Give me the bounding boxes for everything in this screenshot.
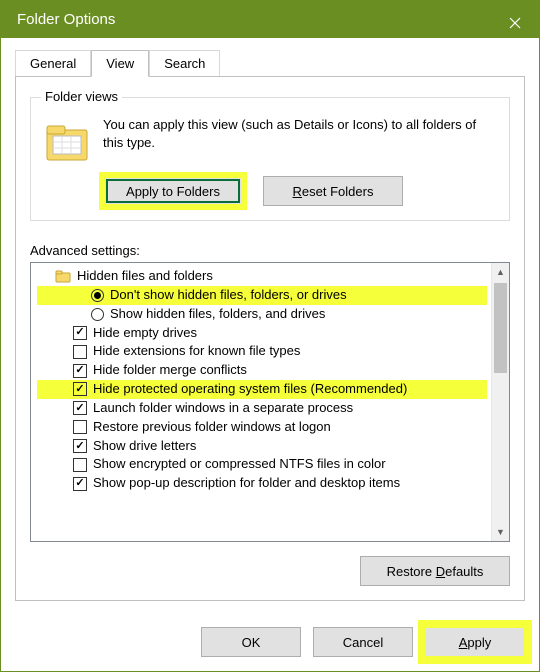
advanced-settings-box: Hidden files and foldersDon't show hidde…	[30, 262, 510, 542]
folder-icon	[43, 118, 91, 166]
adv-item[interactable]: Show drive letters	[37, 437, 487, 456]
adv-item-label: Hidden files and folders	[77, 267, 213, 286]
apply-button[interactable]: Apply	[425, 627, 525, 657]
tab-search[interactable]: Search	[149, 50, 220, 76]
adv-item[interactable]: Launch folder windows in a separate proc…	[37, 399, 487, 418]
restore-defaults-button[interactable]: Restore Defaults	[360, 556, 510, 586]
restore-defaults-row: Restore Defaults	[30, 556, 510, 586]
adv-item-label: Show pop-up description for folder and d…	[93, 474, 400, 493]
adv-item[interactable]: Show pop-up description for folder and d…	[37, 474, 487, 493]
folder-icon	[55, 268, 71, 284]
tab-view[interactable]: View	[91, 50, 149, 77]
adv-item-label: Hide extensions for known file types	[93, 342, 300, 361]
scrollbar[interactable]: ▲ ▼	[491, 263, 509, 541]
folder-views-group: Folder views You can apply this view (su…	[30, 97, 510, 221]
checkbox-icon[interactable]	[73, 401, 87, 415]
titlebar: Folder Options	[1, 1, 539, 38]
apply-button-label: Apply	[459, 635, 492, 650]
adv-item[interactable]: Hide extensions for known file types	[37, 342, 487, 361]
adv-item[interactable]: Hidden files and folders	[37, 267, 487, 286]
radio-icon[interactable]	[91, 289, 104, 302]
restore-defaults-label: Restore Defaults	[387, 564, 484, 579]
scroll-down-arrow-icon[interactable]: ▼	[492, 523, 509, 541]
adv-item-label: Don't show hidden files, folders, or dri…	[110, 286, 347, 305]
tab-general[interactable]: General	[15, 50, 91, 76]
adv-item[interactable]: Hide protected operating system files (R…	[37, 380, 487, 399]
folder-options-window: Folder Options General View Search Folde…	[0, 0, 540, 672]
folder-views-label: Folder views	[41, 89, 122, 104]
window-title: Folder Options	[17, 11, 115, 28]
close-button[interactable]	[491, 1, 539, 45]
folder-views-description: You can apply this view (such as Details…	[103, 116, 497, 151]
reset-folders-label: Reset Folders	[293, 184, 374, 199]
adv-item[interactable]: Don't show hidden files, folders, or dri…	[37, 286, 487, 305]
cancel-button[interactable]: Cancel	[313, 627, 413, 657]
checkbox-icon[interactable]	[73, 458, 87, 472]
adv-item-label: Restore previous folder windows at logon	[93, 418, 331, 437]
adv-item-label: Show encrypted or compressed NTFS files …	[93, 455, 386, 474]
client-area: General View Search Folder views	[1, 38, 539, 615]
folder-views-row: You can apply this view (such as Details…	[43, 116, 497, 166]
reset-folders-button[interactable]: Reset Folders	[263, 176, 403, 206]
checkbox-icon[interactable]	[73, 345, 87, 359]
scroll-up-arrow-icon[interactable]: ▲	[492, 263, 509, 281]
dialog-buttons: OK Cancel Apply	[1, 615, 539, 671]
adv-item-label: Show drive letters	[93, 437, 196, 456]
checkbox-icon[interactable]	[73, 382, 87, 396]
checkbox-icon[interactable]	[73, 477, 87, 491]
adv-item-label: Hide protected operating system files (R…	[93, 380, 407, 399]
checkbox-icon[interactable]	[73, 439, 87, 453]
adv-item-label: Hide empty drives	[93, 324, 197, 343]
folder-views-buttons: Apply to Folders Reset Folders	[103, 176, 497, 206]
checkbox-icon[interactable]	[73, 364, 87, 378]
adv-item-label: Launch folder windows in a separate proc…	[93, 399, 353, 418]
radio-icon[interactable]	[91, 308, 104, 321]
checkbox-icon[interactable]	[73, 420, 87, 434]
scroll-thumb[interactable]	[494, 283, 507, 373]
advanced-settings-label: Advanced settings:	[30, 243, 510, 258]
adv-item[interactable]: Show hidden files, folders, and drives	[37, 305, 487, 324]
ok-button[interactable]: OK	[201, 627, 301, 657]
adv-item-label: Hide folder merge conflicts	[93, 361, 247, 380]
adv-item[interactable]: Restore previous folder windows at logon	[37, 418, 487, 437]
adv-item-label: Show hidden files, folders, and drives	[110, 305, 325, 324]
close-icon	[509, 17, 521, 29]
adv-item[interactable]: Hide folder merge conflicts	[37, 361, 487, 380]
checkbox-icon[interactable]	[73, 326, 87, 340]
adv-item[interactable]: Hide empty drives	[37, 324, 487, 343]
advanced-settings-list[interactable]: Hidden files and foldersDon't show hidde…	[31, 263, 491, 541]
apply-to-folders-button[interactable]: Apply to Folders	[103, 176, 243, 206]
tab-strip: General View Search	[15, 46, 525, 76]
view-tab-panel: Folder views You can apply this view (su…	[15, 76, 525, 601]
adv-item[interactable]: Show encrypted or compressed NTFS files …	[37, 455, 487, 474]
apply-to-folders-label: Apply to Folders	[126, 184, 220, 199]
